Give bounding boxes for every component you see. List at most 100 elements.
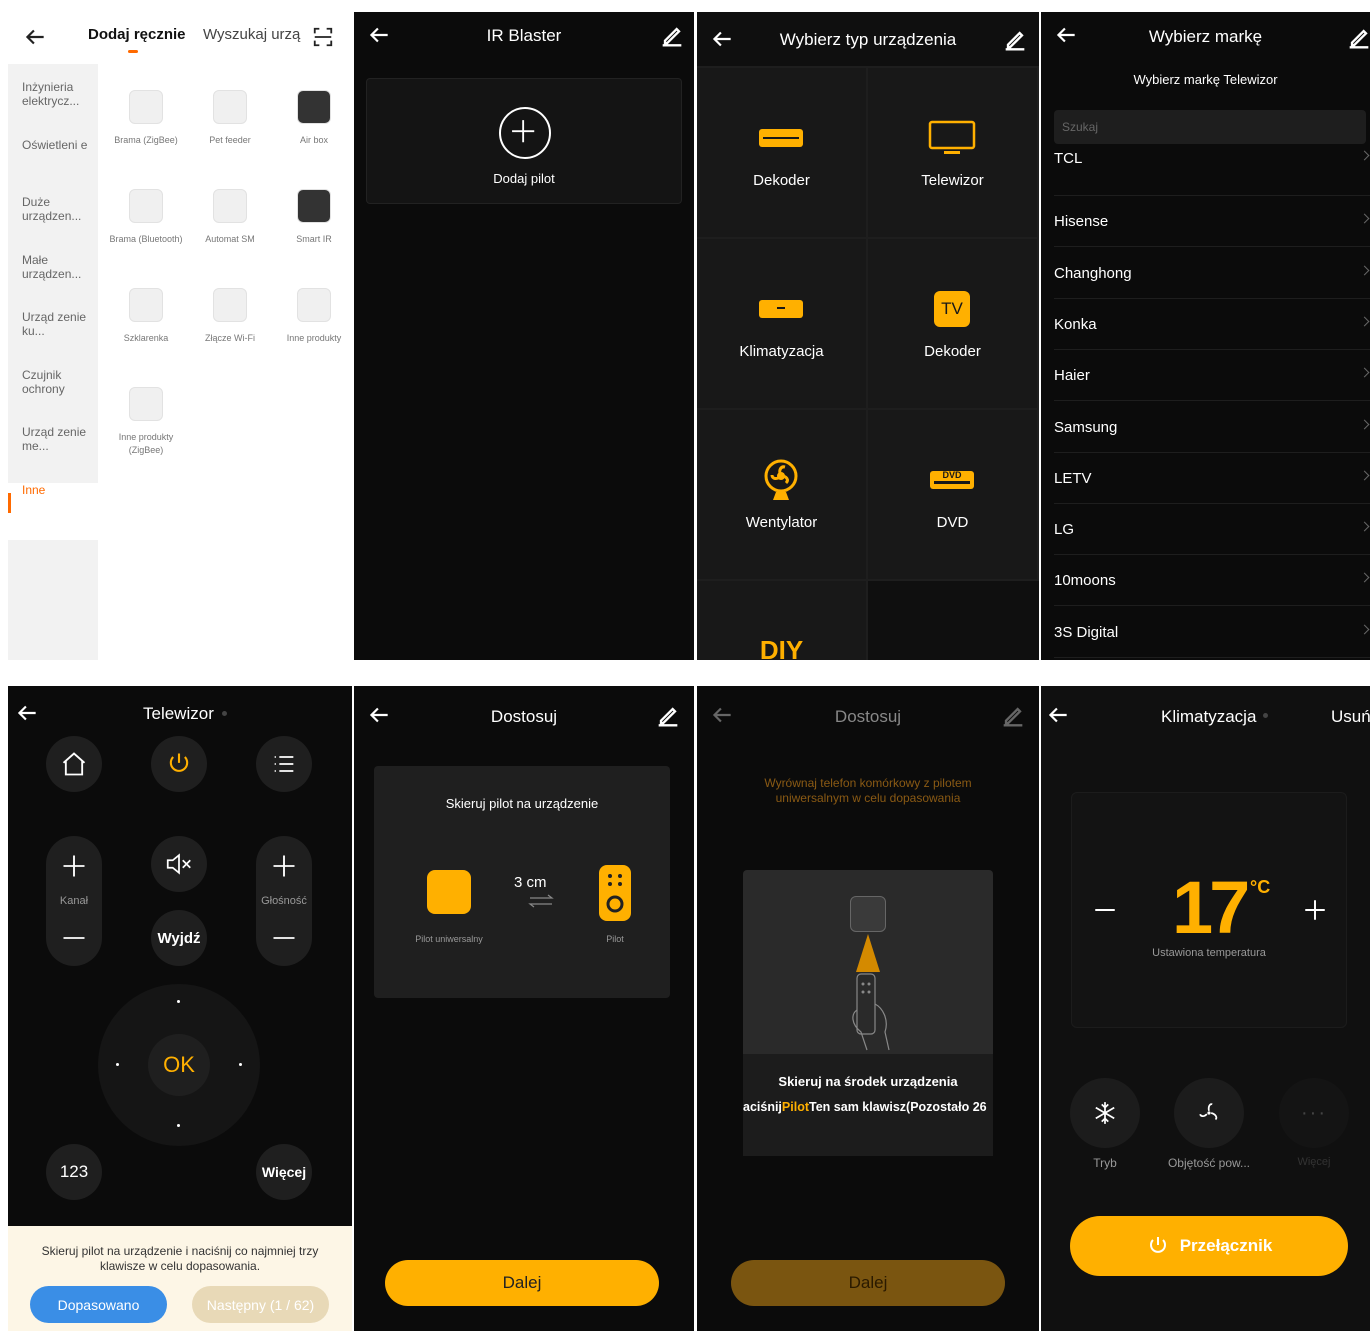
temp-down-button[interactable] — [1092, 897, 1118, 923]
brand-row[interactable]: Haier — [1054, 351, 1370, 402]
device-icon — [850, 896, 886, 932]
next-button[interactable]: Dalej — [385, 1260, 659, 1306]
diy-item[interactable]: DIY — [697, 581, 866, 660]
scan-icon[interactable] — [312, 26, 334, 48]
power-toggle-button[interactable]: Przełącznik — [1070, 1216, 1348, 1276]
device-type-item[interactable]: TV Dekoder — [868, 239, 1037, 408]
sidebar-item[interactable]: Duże urządzen... — [8, 195, 98, 252]
sidebar-item-label: Urząd zenie ku... — [22, 310, 87, 338]
dpad-left-dot[interactable] — [116, 1063, 119, 1066]
sidebar-item[interactable]: Urząd zenie ku... — [8, 310, 98, 367]
tab-search[interactable]: Wyszukaj urzą — [203, 26, 303, 43]
fan-speed-button[interactable] — [1174, 1078, 1244, 1148]
ok-button[interactable]: OK — [148, 1034, 210, 1096]
device-type-item[interactable]: Wentylator — [697, 410, 866, 579]
mute-icon — [166, 853, 191, 875]
next-button[interactable]: Dalej — [731, 1260, 1005, 1306]
product-item[interactable]: Złącze Wi-Fi — [190, 288, 270, 378]
search-input[interactable]: Szukaj — [1054, 110, 1366, 144]
product-item[interactable]: Automat SM — [190, 189, 270, 279]
sidebar-item[interactable]: Czujnik ochrony — [8, 368, 98, 425]
brand-row[interactable]: 10moons — [1054, 556, 1370, 607]
sidebar-item[interactable]: Inżynieria elektrycz... — [8, 80, 98, 137]
number-pad-button[interactable]: 123 — [46, 1144, 102, 1200]
product-item[interactable]: Szklarenka — [106, 288, 186, 378]
dpad-right-dot[interactable] — [239, 1063, 242, 1066]
product-label: Inne produkty — [286, 333, 342, 343]
brand-row[interactable]: LG — [1054, 505, 1370, 556]
device-type-item[interactable]: Klimatyzacja — [697, 239, 866, 408]
brand-row[interactable]: LETV — [1054, 454, 1370, 504]
product-item[interactable]: Air box — [274, 90, 352, 180]
sidebar-item-label: Inżynieria elektrycz... — [22, 80, 80, 108]
dpad[interactable]: OK — [98, 984, 260, 1146]
exit-button[interactable]: Wyjdź — [151, 910, 207, 966]
product-item[interactable]: Pet feeder — [190, 90, 270, 180]
device-type-item[interactable]: Dekoder — [697, 68, 866, 237]
tv-badge-text: TV — [941, 299, 963, 318]
category-sidebar: Inżynieria elektrycz... Oświetleni e Duże … — [8, 64, 98, 660]
match-hint: Skieruj pilot na urządzenie i naciśnij c… — [41, 1244, 319, 1273]
brand-row[interactable]: Samsung — [1054, 403, 1370, 453]
chevron-right-icon — [1359, 213, 1370, 224]
back-arrow-icon[interactable] — [14, 700, 40, 726]
channel-up-button[interactable] — [60, 852, 88, 880]
edit-icon[interactable] — [1345, 24, 1370, 52]
fan-icon — [1199, 1103, 1218, 1121]
mute-button[interactable] — [151, 836, 207, 892]
product-item[interactable]: Brama (ZigBee) — [106, 90, 186, 180]
product-item[interactable]: Brama (Bluetooth) — [106, 189, 186, 279]
brand-row[interactable]: Konka — [1054, 300, 1370, 350]
back-arrow-icon[interactable] — [22, 24, 48, 50]
sidebar-item-label: Oświetleni e — [22, 137, 88, 152]
sidebar-item-label: Małe urządzen... — [22, 252, 82, 281]
home-button[interactable] — [46, 736, 102, 792]
match-panel: Skieruj pilot na urządzenie i naciśnij c… — [8, 1226, 352, 1331]
dpad-down-dot[interactable] — [177, 1124, 180, 1127]
dpad-up-dot[interactable] — [177, 1000, 180, 1003]
brand-row[interactable]: Hisense — [1054, 197, 1370, 248]
more-button[interactable]: ··· — [1279, 1078, 1349, 1148]
channel-down-button[interactable] — [60, 924, 88, 952]
plus-icon — [1305, 900, 1325, 920]
edit-icon[interactable] — [999, 702, 1027, 730]
signal-beam-icon — [856, 934, 880, 974]
edit-icon[interactable] — [1001, 26, 1029, 54]
matched-button[interactable]: Dopasowano — [30, 1286, 167, 1323]
back-arrow-icon[interactable] — [1045, 702, 1071, 728]
instruction-card: Skieruj na środek urządzenia aciśnijPilo… — [743, 870, 993, 1156]
volume-down-button[interactable] — [270, 924, 298, 952]
next-remote-button[interactable]: Następny (1 / 62) — [192, 1286, 329, 1323]
volume-up-button[interactable] — [270, 852, 298, 880]
brand-row[interactable]: TCL — [1054, 146, 1370, 196]
chevron-right-icon — [1359, 265, 1370, 276]
product-item[interactable]: Smart IR — [274, 189, 352, 279]
product-item[interactable]: Inne produkty — [274, 288, 352, 378]
chevron-right-icon — [1359, 624, 1370, 635]
more-button[interactable]: Więcej — [256, 1144, 312, 1200]
add-remote-card[interactable]: Dodaj pilot — [366, 78, 682, 204]
sidebar-item[interactable]: Małe urządzen... — [8, 253, 98, 310]
product-item[interactable]: Inne produkty (ZigBee) — [106, 387, 186, 477]
pairing-card: Skieruj pilot na urządzenie Pilot uniwer… — [374, 766, 670, 998]
edit-icon[interactable] — [654, 702, 682, 730]
brand-row[interactable]: Changhong — [1054, 249, 1370, 299]
air-box-icon — [297, 90, 331, 124]
edit-icon[interactable] — [658, 22, 686, 50]
delete-button[interactable]: Usuń — [1331, 707, 1370, 727]
page-title: Wybierz typ urządzenia — [779, 30, 957, 49]
sidebar-item[interactable]: Oświetleni e — [8, 138, 98, 195]
sidebar-item[interactable]: Inne — [8, 482, 98, 540]
page-title: Wybierz markę — [1148, 27, 1263, 46]
device-type-item[interactable]: Telewizor — [868, 68, 1037, 237]
brand-select-screen: Wybierz markę Wybierz markę Telewizor Sz… — [1041, 12, 1370, 660]
mode-button[interactable] — [1070, 1078, 1140, 1148]
power-button[interactable] — [151, 736, 207, 792]
temp-up-button[interactable] — [1302, 897, 1328, 923]
tab-add-manually[interactable]: Dodaj ręcznie — [88, 26, 186, 43]
brand-row[interactable]: 3S Digital — [1054, 608, 1370, 658]
sidebar-item[interactable]: Urząd zenie me... — [8, 425, 98, 482]
device-type-item[interactable]: DVD DVD — [868, 410, 1037, 579]
page-title: Dostosuj — [490, 707, 558, 726]
menu-button[interactable] — [256, 736, 312, 792]
